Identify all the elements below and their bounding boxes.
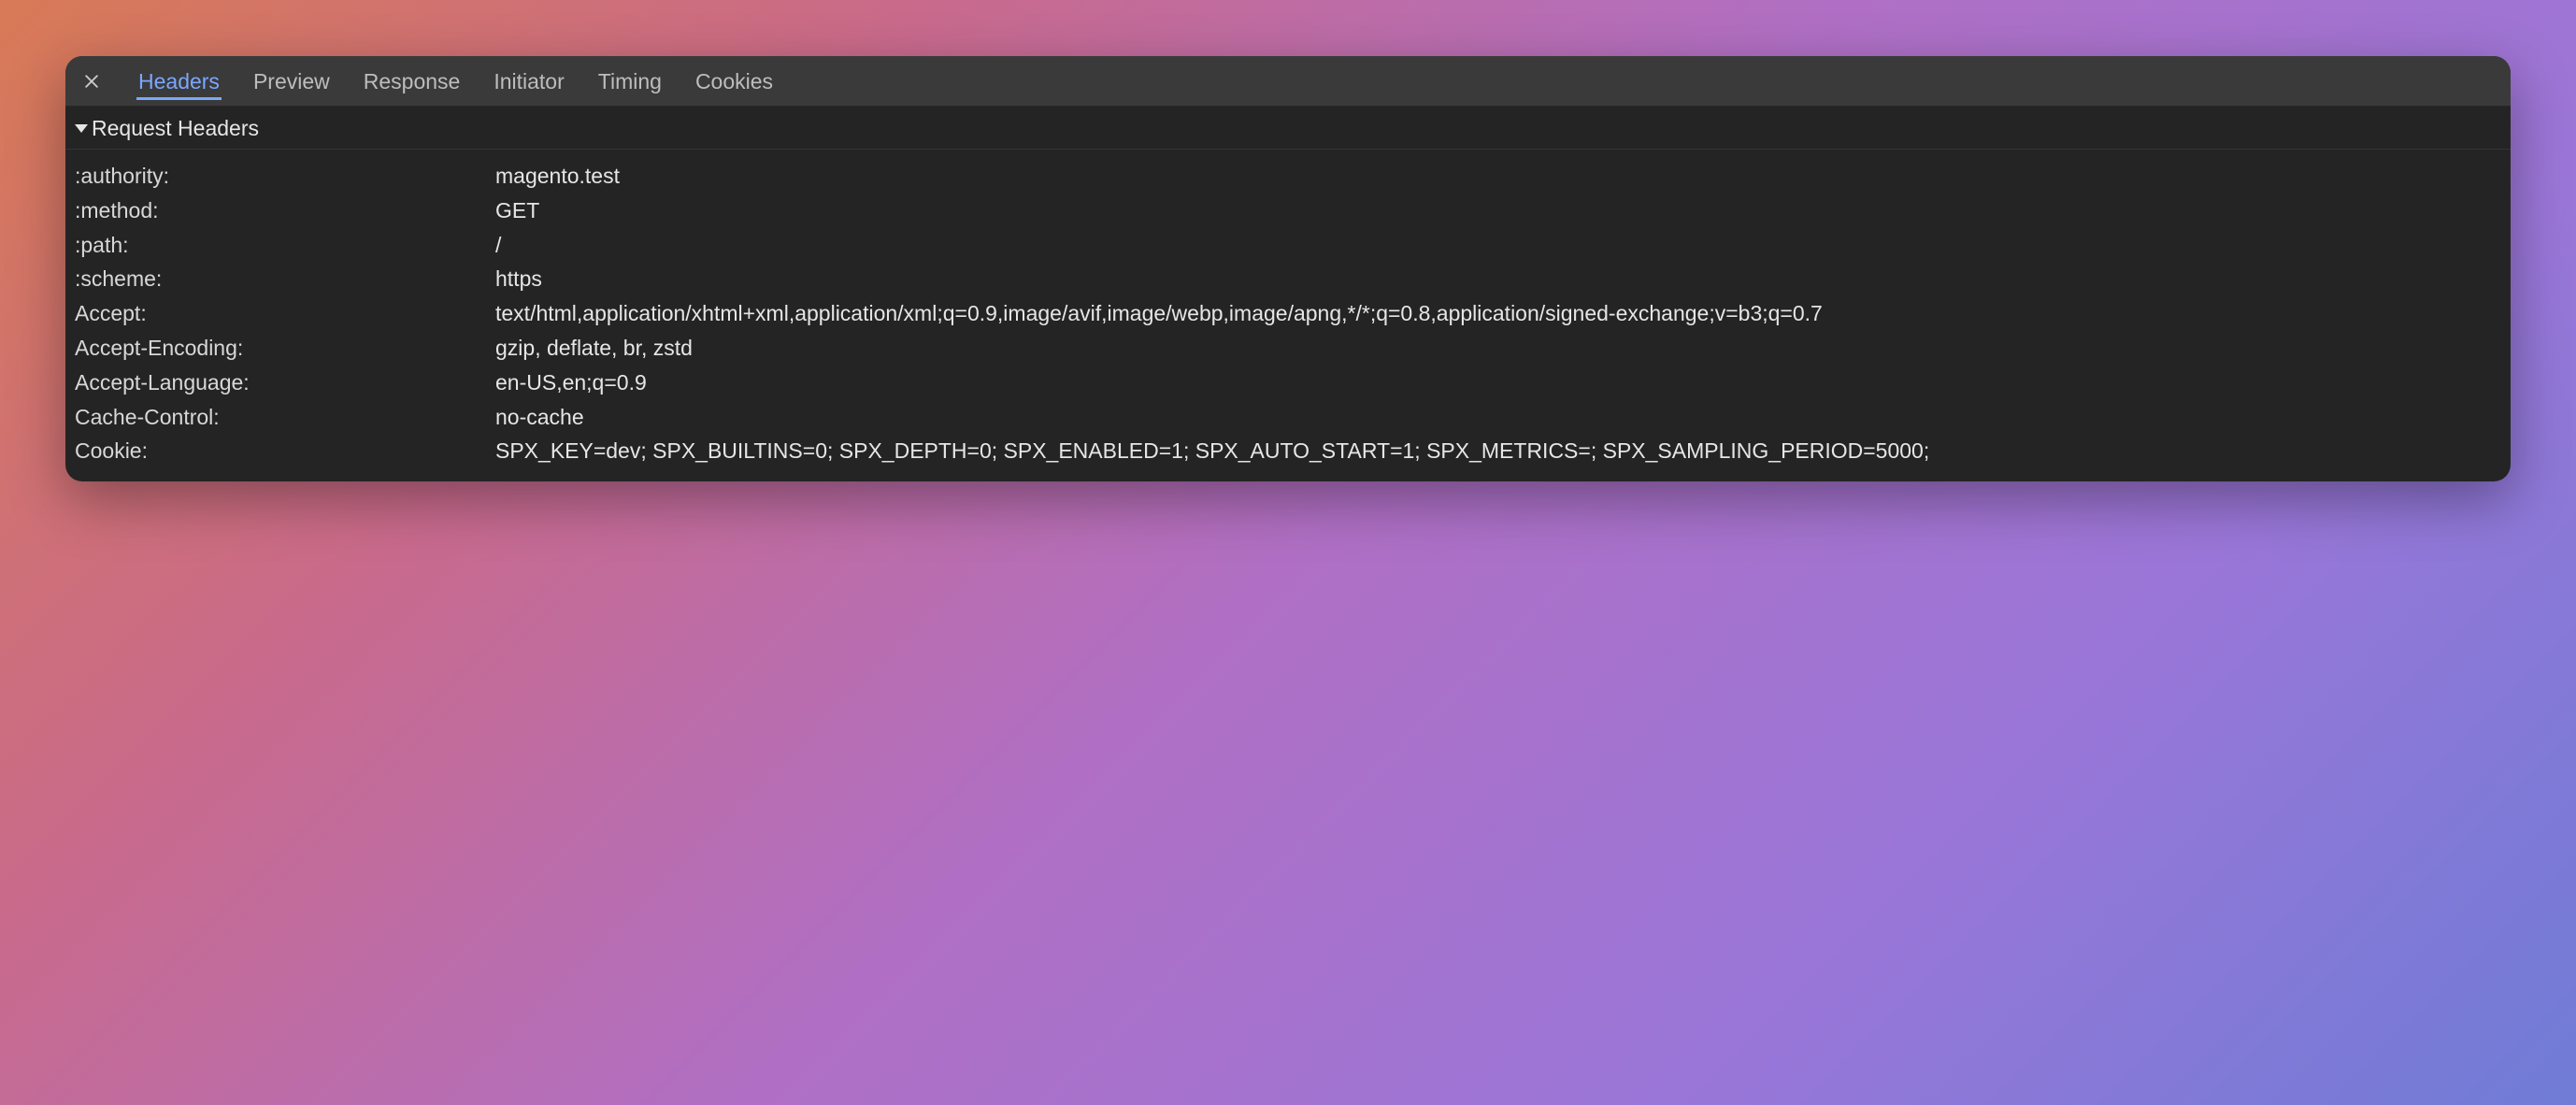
tab-preview[interactable]: Preview [251, 62, 332, 101]
header-value: en-US,en;q=0.9 [495, 366, 2501, 400]
tab-timing[interactable]: Timing [596, 62, 664, 101]
close-button[interactable] [77, 66, 107, 96]
header-row: Accept-Encoding: gzip, deflate, br, zstd [75, 331, 2501, 366]
header-row: :scheme: https [75, 262, 2501, 296]
network-details-panel: Headers Preview Response Initiator Timin… [65, 56, 2511, 481]
header-row: Accept-Language: en-US,en;q=0.9 [75, 366, 2501, 400]
section-title: Request Headers [92, 116, 259, 141]
header-value: magento.test [495, 159, 2501, 194]
header-value: GET [495, 194, 2501, 228]
header-value: text/html,application/xhtml+xml,applicat… [495, 296, 2501, 331]
close-icon [82, 72, 101, 91]
header-row: Cache-Control: no-cache [75, 400, 2501, 435]
header-name: Cache-Control: [75, 400, 495, 435]
header-name: :method: [75, 194, 495, 228]
header-name: Accept-Language: [75, 366, 495, 400]
header-row: :authority: magento.test [75, 159, 2501, 194]
header-value: SPX_KEY=dev; SPX_BUILTINS=0; SPX_DEPTH=0… [495, 434, 2501, 468]
tab-headers[interactable]: Headers [136, 62, 222, 101]
header-value: gzip, deflate, br, zstd [495, 331, 2501, 366]
header-value: no-cache [495, 400, 2501, 435]
header-name: Accept: [75, 296, 495, 331]
caret-down-icon [75, 124, 88, 133]
tab-cookies[interactable]: Cookies [694, 62, 775, 101]
header-name: Accept-Encoding: [75, 331, 495, 366]
header-name: :authority: [75, 159, 495, 194]
header-name: Cookie: [75, 434, 495, 468]
tab-response[interactable]: Response [362, 62, 463, 101]
details-tabbar: Headers Preview Response Initiator Timin… [65, 56, 2511, 107]
header-row: :method: GET [75, 194, 2501, 228]
header-value: / [495, 228, 2501, 263]
header-name: :path: [75, 228, 495, 263]
tab-initiator[interactable]: Initiator [492, 62, 565, 101]
header-name: :scheme: [75, 262, 495, 296]
header-row: Accept: text/html,application/xhtml+xml,… [75, 296, 2501, 331]
header-value: https [495, 262, 2501, 296]
header-row: Cookie: SPX_KEY=dev; SPX_BUILTINS=0; SPX… [75, 434, 2501, 468]
request-headers-list: :authority: magento.test :method: GET :p… [65, 150, 2511, 481]
request-headers-section-toggle[interactable]: Request Headers [65, 107, 2511, 150]
header-row: :path: / [75, 228, 2501, 263]
